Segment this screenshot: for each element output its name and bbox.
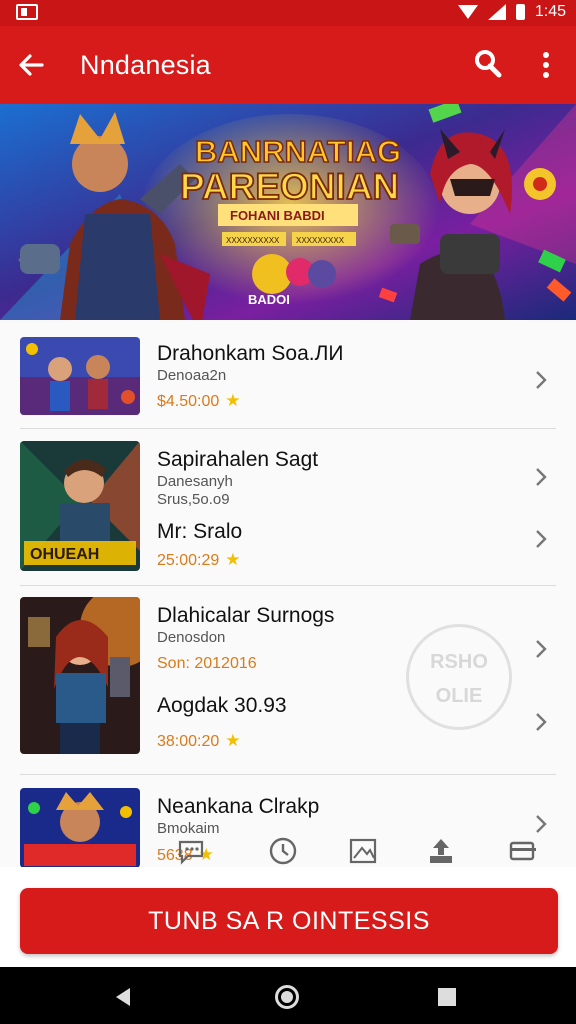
floating-action-icons [160,830,560,870]
item-title: Sapirahalen Sagt [157,448,319,471]
item-title: Drahonkam Soa.ЛИ [157,342,344,365]
chevron-right-icon[interactable] [532,465,550,489]
back-button[interactable] [12,46,50,84]
system-navigation-bar [0,967,576,1024]
list-item[interactable]: OHUEAH Sapirahalen Sagt Danesanyh Srus,5… [0,430,576,586]
banner-title-line2: PAREONIAN [180,166,399,207]
item-price: Son: 2012016 [157,655,257,672]
item-title-2: Aogdak 30.93 [157,694,287,717]
item-subtitle: Denosdon [157,629,226,646]
game-thumbnail: OHUEAH [20,441,140,571]
watermark-logo: RSHO OLIE [406,624,512,730]
item-price: $4.50:00 ★ [157,391,241,411]
banner-title-line1: BANRNATIAG [195,134,401,169]
item-subtitle: Danesanyh [157,473,233,490]
banner-subtitle: FOHANI BABDI [230,208,325,223]
status-bar: 1:45 [0,0,576,26]
signal-icon [487,4,506,20]
item-subtitle: Denoaa2n [157,367,227,384]
item-title: Neankana Clrakp [157,795,320,818]
game-list: Drahonkam Soa.ЛИ Denoaa2n $4.50:00 ★ OHUE… [0,320,576,867]
watermark-line1: RSHO [430,651,488,673]
status-time: 1:45 [534,3,566,20]
list-item[interactable]: Drahonkam Soa.ЛИ Denoaa2n $4.50:00 ★ [0,320,576,430]
item-subtitle-2: Srus,5o.o9 [157,491,230,508]
item-price-2: 38:00:20 ★ [157,731,241,751]
clock-icon[interactable] [268,836,298,866]
arrow-left-icon [19,54,44,76]
promo-banner[interactable]: BANRNATIAG PAREONIAN FOHANI BABDI XXXXXX… [0,104,576,320]
banner-tag-2: XXXXXXXXX [296,236,345,245]
card-icon[interactable] [508,836,538,866]
nav-back-icon[interactable] [116,988,130,1006]
banner-badge: BADOI [248,292,290,307]
battery-icon [515,4,525,20]
nav-home-icon[interactable] [275,985,299,1009]
status-indicators: 1:45 [457,3,566,21]
primary-cta-button[interactable]: TUNB SA R OINTESSIS [20,888,558,954]
item-title-2: Mr: Sralo [157,520,243,543]
app-bar: Nndanesia [0,26,576,104]
nav-recents-icon[interactable] [438,988,456,1006]
bottom-action-area: TUNB SA R OINTESSIS [0,867,576,967]
item-title: Dlahicalar Surnogs [157,604,335,627]
thumb-logo-text: OHUEAH [30,546,99,563]
banner-artwork: BANRNATIAG PAREONIAN FOHANI BABDI XXXXXX… [0,104,576,320]
chevron-right-icon[interactable] [532,527,550,551]
star-icon: ★ [225,391,241,410]
more-vert-icon [543,52,549,78]
game-thumbnail [20,597,140,754]
chevron-right-icon[interactable] [532,368,550,392]
wifi-icon [457,5,478,19]
share-icon[interactable] [426,836,456,866]
chevron-right-icon[interactable] [532,637,550,661]
item-price-text: 25:00:29 [157,552,220,569]
item-price-text: 38:00:20 [157,733,220,750]
item-price: 25:00:29 ★ [157,550,241,570]
divider [20,428,556,429]
image-icon[interactable] [348,836,378,866]
watermark-line2: OLIE [435,685,483,707]
page-title: Nndanesia [80,50,211,80]
chevron-right-icon[interactable] [532,710,550,734]
star-icon: ★ [225,731,241,750]
game-thumbnail [20,788,140,867]
search-button[interactable] [468,44,508,84]
chat-icon[interactable] [176,836,206,866]
more-options-button[interactable] [532,46,560,84]
banner-tag-1: XXXXXXXXXX [226,236,280,245]
search-icon [475,50,502,78]
screen-cast-icon [16,4,38,20]
star-icon: ★ [225,550,241,569]
game-thumbnail [20,337,140,415]
item-price-text: $4.50:00 [157,393,220,410]
